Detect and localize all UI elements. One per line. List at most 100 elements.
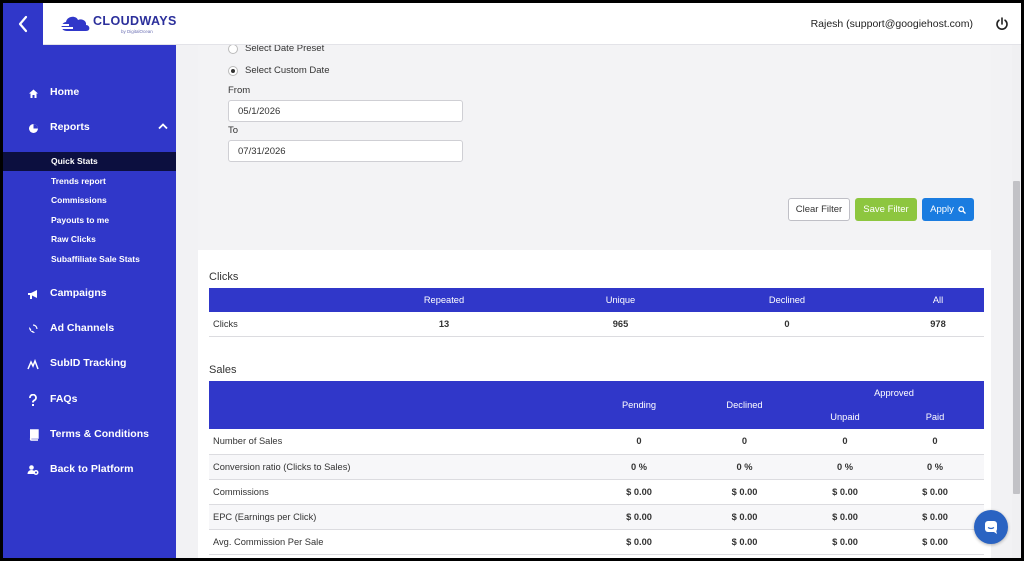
subitem-label: Quick Stats [51,156,98,166]
sales-section-title: Sales [209,364,237,376]
app-frame: CLOUDWAYS by DigitalOcean Rajesh (suppor… [3,3,1021,558]
sidebar-item-terms[interactable]: Terms & Conditions [3,423,176,447]
row-label: Commissions [209,479,593,505]
sidebar-item-subid-tracking[interactable]: SubID Tracking [3,352,176,376]
sidebar-item-label: Reports [50,121,90,133]
row-label: Conversion ratio (Clicks to Sales) [209,454,593,480]
search-icon [958,205,966,214]
table-cell: $ 0.00 [593,479,685,505]
sidebar-subitem-commissions[interactable]: Commissions [3,191,176,210]
sidebar-item-label: Home [50,86,80,98]
sidebar-item-back-to-platform[interactable]: Back to Platform [3,458,176,482]
sidebar-item-campaigns[interactable]: Campaigns [3,282,176,306]
apply-button[interactable]: Apply [922,198,974,221]
table-cell: 965 [559,312,682,337]
book-icon [26,428,40,442]
clicks-section-title: Clicks [209,271,239,283]
sidebar-item-label: FAQs [50,393,78,405]
filter-panel: Select Date Preset Select Custom Date Fr… [198,45,991,250]
subitem-label: Trends report [51,176,106,186]
table-cell: $ 0.00 [593,504,685,530]
subitem-label: Subaffiliate Sale Stats [51,254,140,264]
table-cell: 0 % [804,454,886,480]
subitem-label: Commissions [51,195,107,205]
from-date-input[interactable] [228,100,463,122]
table-cell: 0 [593,429,685,455]
table-cell: 13 [329,312,559,337]
radio-button[interactable] [228,45,238,54]
vertical-scrollbar[interactable] [1012,45,1021,558]
table-row: Clicks 13 965 0 978 [209,312,984,337]
satellite-icon [26,322,40,336]
chat-icon [985,521,997,534]
pie-chart-icon [26,121,40,135]
table-cell: 978 [892,312,984,337]
table-row: EPC (Earnings per Click) $ 0.00 $ 0.00 $… [209,504,984,530]
table-cell: $ 0.00 [886,504,984,530]
top-bar: CLOUDWAYS by DigitalOcean Rajesh (suppor… [3,3,1021,45]
table-header: Pending [593,381,685,429]
radio-button-checked[interactable] [228,65,238,76]
clear-filter-label: Clear Filter [795,204,843,215]
scrollbar-thumb[interactable] [1013,181,1020,494]
to-date-input[interactable] [228,140,463,162]
table-header-row: Repeated Unique Declined All [209,288,984,312]
table-cell: 0 % [593,454,685,480]
chat-button[interactable] [974,510,1008,544]
main-content: Select Date Preset Select Custom Date Fr… [198,45,991,558]
sidebar-subitem-quick-stats[interactable]: Quick Stats [3,152,176,171]
table-cell: $ 0.00 [804,504,886,530]
table-header: Unpaid [804,405,886,429]
save-filter-button[interactable]: Save Filter [855,198,917,221]
sidebar: Home Reports Quick Stats Trends report C… [3,45,176,558]
chevron-left-icon [18,15,28,33]
cloudways-logo: CLOUDWAYS by DigitalOcean [57,12,176,36]
table-cell: 0 [685,429,804,455]
sidebar-subitem-raw-clicks[interactable]: Raw Clicks [3,230,176,249]
megaphone-icon [26,287,40,301]
sidebar-item-label: Ad Channels [50,322,115,334]
radio-date-preset[interactable]: Select Date Preset [228,45,324,54]
clear-filter-button[interactable]: Clear Filter [788,198,850,221]
table-header: Repeated [329,288,559,312]
table-row: Conversion ratio (Clicks to Sales) 0 % 0… [209,454,984,480]
table-row: Commissions $ 0.00 $ 0.00 $ 0.00 $ 0.00 [209,479,984,505]
sidebar-item-ad-channels[interactable]: Ad Channels [3,317,176,341]
table-cell: $ 0.00 [593,529,685,555]
power-icon[interactable] [994,16,1010,32]
question-icon [26,393,40,407]
table-header-row: Pending Declined Approved [209,381,984,429]
sidebar-item-faqs[interactable]: FAQs [3,388,176,412]
table-row: Number of Sales 0 0 0 0 [209,429,984,455]
table-cell: 0 % [886,454,984,480]
row-label: Avg. Commission Per Sale [209,529,593,555]
sidebar-item-home[interactable]: Home [3,81,176,105]
back-button[interactable] [3,3,43,45]
home-icon [26,86,40,100]
table-cell: $ 0.00 [685,504,804,530]
sidebar-item-reports[interactable]: Reports [3,116,176,140]
save-filter-label: Save Filter [863,204,909,215]
sales-table: Pending Declined Approved Unpaid Paid Nu… [209,381,984,555]
sidebar-item-label: Back to Platform [50,463,134,475]
sidebar-subitem-trends-report[interactable]: Trends report [3,172,176,191]
user-account-label[interactable]: Rajesh (support@googiehost.com) [811,18,973,30]
table-row: Avg. Commission Per Sale $ 0.00 $ 0.00 $… [209,529,984,555]
logo-text: CLOUDWAYS [93,14,177,28]
row-label: Clicks [209,312,329,337]
cloud-logo-icon [59,16,90,31]
sidebar-subitem-payouts[interactable]: Payouts to me [3,211,176,230]
table-header: Declined [685,381,804,429]
logo-subtext: by DigitalOcean [121,29,153,34]
table-cell: $ 0.00 [886,529,984,555]
chevron-up-icon[interactable] [158,122,168,130]
sidebar-item-label: Campaigns [50,287,107,299]
table-cell: 0 [886,429,984,455]
subitem-label: Raw Clicks [51,234,96,244]
tracking-icon [26,357,40,371]
sidebar-subitem-subaffiliate[interactable]: Subaffiliate Sale Stats [3,250,176,269]
table-header-empty [209,381,593,429]
table-cell: $ 0.00 [685,479,804,505]
clicks-table: Repeated Unique Declined All Clicks 13 9… [209,288,984,337]
radio-custom-date[interactable]: Select Custom Date [228,65,329,76]
